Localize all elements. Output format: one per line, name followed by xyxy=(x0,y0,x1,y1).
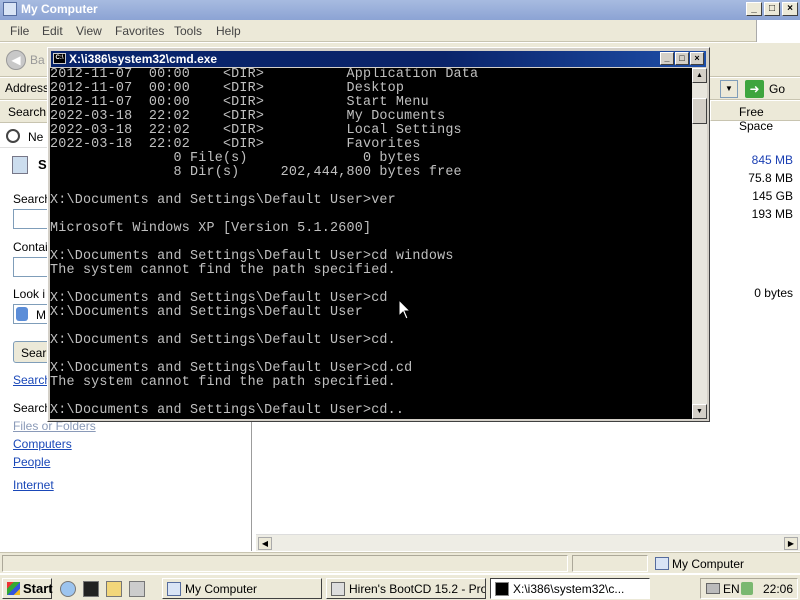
windows-logo-area xyxy=(756,20,800,42)
console-text: 2012-11-07 00:00 <DIR> Application Data … xyxy=(50,68,479,418)
explorer-title-bar[interactable]: My Computer _ □ × xyxy=(0,0,800,20)
scroll-up-icon[interactable]: ▲ xyxy=(692,68,707,83)
keyboard-icon[interactable] xyxy=(706,583,720,594)
drive-icon xyxy=(16,307,28,321)
scroll-left-icon[interactable]: ◀ xyxy=(258,537,272,550)
mouse-cursor-icon xyxy=(398,299,412,320)
folder-icon[interactable] xyxy=(106,581,122,597)
free-space-column-header[interactable]: Free Space xyxy=(710,101,800,133)
command-prompt-icon[interactable] xyxy=(83,581,99,597)
language-indicator[interactable]: EN xyxy=(723,582,740,596)
scroll-right-icon[interactable]: ▶ xyxy=(784,537,798,550)
menu-help[interactable]: Help xyxy=(216,24,241,38)
scroll-down-icon[interactable]: ▼ xyxy=(692,404,707,419)
cmd-icon: C:\ xyxy=(53,53,66,64)
back-arrow-icon[interactable]: ◀ xyxy=(6,50,26,70)
status-cell xyxy=(2,555,568,572)
my-computer-icon xyxy=(167,582,181,596)
menu-favorites[interactable]: Favorites xyxy=(115,24,164,38)
command-prompt-icon xyxy=(495,582,509,596)
menu-view[interactable]: View xyxy=(76,24,102,38)
look-in-value: M xyxy=(36,308,46,322)
disk-icon[interactable] xyxy=(129,581,145,597)
cmd-minimize-button[interactable]: _ xyxy=(660,52,674,65)
clock[interactable]: 22:06 xyxy=(763,582,793,596)
go-arrow-icon[interactable]: ➜ xyxy=(745,80,764,98)
search-icon xyxy=(6,129,20,143)
cmd-title-bar[interactable]: C:\ X:\i386\system32\cmd.exe _ □ × xyxy=(51,51,706,67)
start-button[interactable]: Start xyxy=(2,578,53,599)
explorer-title: My Computer xyxy=(21,2,98,16)
status-location-text: My Computer xyxy=(672,557,745,571)
close-button[interactable]: × xyxy=(782,2,798,16)
new-search-label: Ne xyxy=(28,130,44,144)
minimize-button[interactable]: _ xyxy=(746,2,762,16)
search-section-title: S xyxy=(38,157,47,172)
task-label: Hiren's BootCD 15.2 - Pro... xyxy=(349,582,486,596)
menu-edit[interactable]: Edit xyxy=(42,24,63,38)
menu-tools[interactable]: Tools xyxy=(174,24,202,38)
search-name-label: Search xyxy=(13,192,52,206)
search-for-label: Search xyxy=(13,401,52,415)
my-computer-icon xyxy=(655,557,669,570)
containing-label: Contai xyxy=(13,240,48,254)
taskbar: Start My Computer Hiren's BootCD 15.2 - … xyxy=(0,573,800,600)
cmd-window[interactable]: C:\ X:\i386\system32\cmd.exe _ □ × 2012-… xyxy=(47,47,710,422)
status-location: My Computer xyxy=(652,556,800,572)
windows-flag-icon xyxy=(7,582,20,595)
maximize-button[interactable]: □ xyxy=(764,2,780,16)
start-label: Start xyxy=(23,581,53,596)
task-hirens-bootcd[interactable]: Hiren's BootCD 15.2 - Pro... xyxy=(326,578,486,599)
status-cell xyxy=(572,555,648,572)
task-cmd[interactable]: X:\i386\system32\c... xyxy=(490,578,650,599)
cmd-title: X:\i386\system32\cmd.exe xyxy=(69,52,218,66)
my-computer-icon xyxy=(3,2,17,16)
scroll-thumb[interactable] xyxy=(692,98,707,124)
back-label[interactable]: Ba xyxy=(30,53,45,67)
console-output[interactable]: 2012-11-07 00:00 <DIR> Application Data … xyxy=(50,68,692,419)
status-bar: My Computer xyxy=(0,552,800,573)
system-tray: EN 22:06 xyxy=(700,578,798,599)
cmd-maximize-button[interactable]: □ xyxy=(675,52,689,65)
task-my-computer[interactable]: My Computer xyxy=(162,578,322,599)
address-label: Address xyxy=(5,81,50,95)
tools-icon xyxy=(331,582,345,596)
address-dropdown-icon[interactable]: ▼ xyxy=(720,80,738,98)
cmd-close-button[interactable]: × xyxy=(690,52,704,65)
menu-file[interactable]: File xyxy=(10,24,29,38)
search-link[interactable]: Search xyxy=(13,373,51,387)
people-link[interactable]: People xyxy=(13,455,50,469)
look-in-label: Look i xyxy=(13,287,46,301)
network-icon[interactable] xyxy=(741,582,753,595)
cmd-vertical-scrollbar[interactable]: ▲ ▼ xyxy=(692,68,707,419)
internet-explorer-icon[interactable] xyxy=(60,581,76,597)
search-document-icon xyxy=(12,156,28,174)
internet-link[interactable]: Internet xyxy=(13,478,54,492)
containing-input[interactable] xyxy=(13,257,49,277)
task-label: X:\i386\system32\c... xyxy=(513,582,625,596)
computers-link[interactable]: Computers xyxy=(13,437,72,451)
menu-bar: File Edit View Favorites Tools Help xyxy=(0,20,800,42)
horizontal-scrollbar[interactable]: ◀ ▶ xyxy=(256,534,800,551)
search-pane-title: Search xyxy=(8,105,47,119)
search-name-input[interactable] xyxy=(13,209,49,229)
task-label: My Computer xyxy=(185,582,258,596)
go-button[interactable]: Go xyxy=(769,82,785,96)
